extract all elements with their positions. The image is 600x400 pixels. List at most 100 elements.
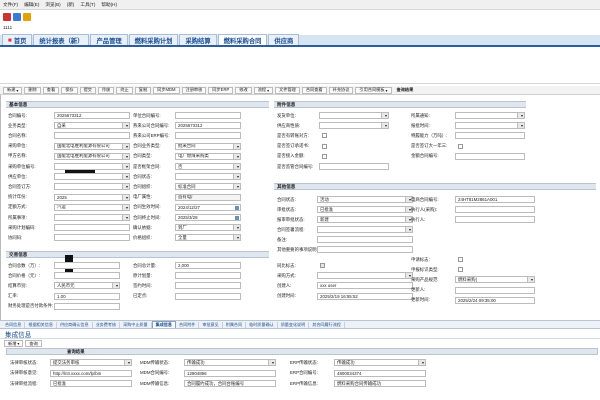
dropdown-field[interactable]: [317, 272, 413, 280]
text-field[interactable]: [54, 262, 120, 269]
text-field[interactable]: [175, 272, 241, 280]
dropdown-field[interactable]: [455, 112, 525, 119]
view-button[interactable]: 查看: [42, 86, 60, 94]
text-field[interactable]: [317, 246, 413, 253]
sync-erp-button[interactable]: 同步ERP: [208, 86, 234, 94]
dropdown-field[interactable]: 提交法务审核: [50, 359, 132, 366]
text-field[interactable]: [455, 152, 525, 160]
menu-tools[interactable]: 工具(T): [80, 2, 95, 8]
dropdown-field[interactable]: 否: [175, 163, 241, 170]
supplement-button[interactable]: 补充协议: [328, 86, 354, 94]
subtab-integration[interactable]: 集成信息: [151, 321, 176, 328]
dropdown-field[interactable]: [317, 226, 413, 233]
checkbox[interactable]: [322, 143, 327, 149]
menu-file[interactable]: 文件(F): [3, 2, 18, 8]
dropdown-field[interactable]: 国能北电胜利能源有限公司: [54, 142, 130, 150]
calendar-icon[interactable]: [235, 205, 239, 210]
dropdown-field[interactable]: 人民币元: [54, 282, 120, 290]
text-field[interactable]: 1.00: [54, 292, 120, 300]
text-field[interactable]: [175, 112, 241, 119]
checkbox[interactable]: [322, 153, 327, 159]
tab-fuel-plan[interactable]: 燃料采购计划: [128, 34, 179, 45]
subtab-quality-change[interactable]: 质量变化说明: [278, 321, 310, 328]
text-field[interactable]: [455, 132, 525, 140]
dropdown-field[interactable]: 燃料采购(: [455, 276, 535, 284]
text-field[interactable]: [175, 292, 241, 300]
subtab-quality-stop[interactable]: 采购中止质量: [120, 321, 152, 328]
subtab-approval[interactable]: 审批意见: [199, 321, 223, 328]
dropdown-field[interactable]: 传输成功: [334, 359, 426, 366]
text-field[interactable]: 2025/3/28: [175, 214, 241, 221]
back-icon[interactable]: [13, 13, 21, 21]
text-field[interactable]: [54, 234, 130, 242]
dropdown-field[interactable]: 新建: [317, 216, 413, 223]
menu-new[interactable]: (新): [67, 2, 75, 8]
tab-product[interactable]: 产品管理: [90, 34, 128, 45]
subtab-contract-flow[interactable]: 其合同履行流程: [309, 321, 345, 328]
text-field[interactable]: 2025/2/19 16:55:52: [317, 292, 413, 300]
text-field[interactable]: [54, 132, 130, 140]
checkbox[interactable]: [458, 257, 463, 262]
tab-fuel-contract[interactable]: 燃料采购合同: [217, 34, 268, 45]
dropdown-field[interactable]: 传输成功: [184, 359, 276, 366]
dropdown-field[interactable]: [54, 214, 130, 221]
dropdown-field[interactable]: 2025: [54, 193, 130, 201]
tab-settlement[interactable]: 采购结算: [179, 34, 217, 45]
calendar-icon[interactable]: [235, 216, 239, 220]
home-icon[interactable]: [3, 13, 11, 21]
submit-button[interactable]: 提交: [79, 86, 96, 94]
subtab-related[interactable]: 根据相关信息: [25, 321, 57, 328]
contract-view-button[interactable]: 合同查看: [301, 86, 327, 94]
text-field[interactable]: 4800034374: [334, 369, 426, 377]
text-field[interactable]: 合同履约成功，合同台账编号: [184, 380, 276, 387]
save-button[interactable]: 保存: [61, 86, 78, 94]
register-audit-button[interactable]: 注册审核: [181, 86, 207, 94]
text-field[interactable]: 12904896: [184, 369, 276, 377]
text-field[interactable]: 2,000: [175, 262, 241, 269]
file-mgmt-button[interactable]: 文件管理: [275, 86, 300, 94]
text-field[interactable]: [455, 206, 535, 213]
checkbox[interactable]: [458, 143, 463, 149]
template-button[interactable]: 引用合同模板: [355, 86, 392, 94]
menu-help[interactable]: 帮助(H): [101, 2, 117, 8]
text-field[interactable]: [455, 216, 535, 223]
text-field[interactable]: [175, 132, 241, 140]
copy-button[interactable]: 复制: [134, 86, 152, 94]
subtab-sub-contract[interactable]: 附属合同: [223, 321, 247, 328]
text-field[interactable]: [54, 302, 120, 310]
process-button[interactable]: 流程: [253, 86, 274, 94]
tab-home[interactable]: ■ 首页: [2, 34, 33, 45]
subtab-quality-confirm[interactable]: 临时质量确认: [246, 321, 278, 328]
dropdown-field[interactable]: [175, 173, 241, 181]
checkbox[interactable]: [322, 133, 327, 139]
dropdown-field[interactable]: 到厂: [175, 224, 241, 232]
dropdown-field[interactable]: 电厂燃煤采购类: [175, 152, 241, 160]
text-field[interactable]: [455, 286, 535, 294]
dropdown-field[interactable]: 自采: [54, 122, 130, 130]
integ-query-button[interactable]: 查询: [25, 340, 42, 347]
terminate-button[interactable]: 终止: [116, 86, 133, 94]
checkbox[interactable]: [320, 263, 325, 268]
text-field[interactable]: 已批准: [50, 380, 132, 387]
subtab-contract-info[interactable]: 合同信息: [2, 321, 26, 328]
text-field[interactable]: 2025673312: [54, 112, 130, 119]
text-field[interactable]: http://ln3.xxxx.com/lp/bm: [50, 369, 132, 377]
dropdown-field[interactable]: 汽运: [54, 203, 130, 211]
dropdown-field[interactable]: [319, 122, 389, 130]
modify-button[interactable]: 修改: [235, 86, 252, 94]
text-field[interactable]: [319, 163, 389, 170]
text-field[interactable]: 2024/12/27: [175, 203, 241, 211]
tab-supplier[interactable]: 供应商: [268, 34, 300, 45]
text-field[interactable]: xxx user: [317, 282, 413, 290]
dropdown-field[interactable]: 批采合同: [175, 142, 241, 150]
dropdown-field[interactable]: 已批准: [317, 206, 413, 213]
text-field[interactable]: [175, 282, 241, 290]
dropdown-field[interactable]: 标准合同: [175, 183, 241, 191]
subtab-supplier-confirm[interactable]: 供应商确认信息: [57, 321, 93, 328]
checkbox[interactable]: [458, 267, 463, 273]
text-field[interactable]: [317, 236, 413, 243]
text-field[interactable]: 2025/2/24 09:35:00: [455, 296, 535, 304]
subtab-attachments[interactable]: 合同附件: [176, 321, 200, 328]
text-field[interactable]: 2025673312: [175, 122, 241, 130]
dropdown-field[interactable]: 活动: [317, 196, 413, 203]
